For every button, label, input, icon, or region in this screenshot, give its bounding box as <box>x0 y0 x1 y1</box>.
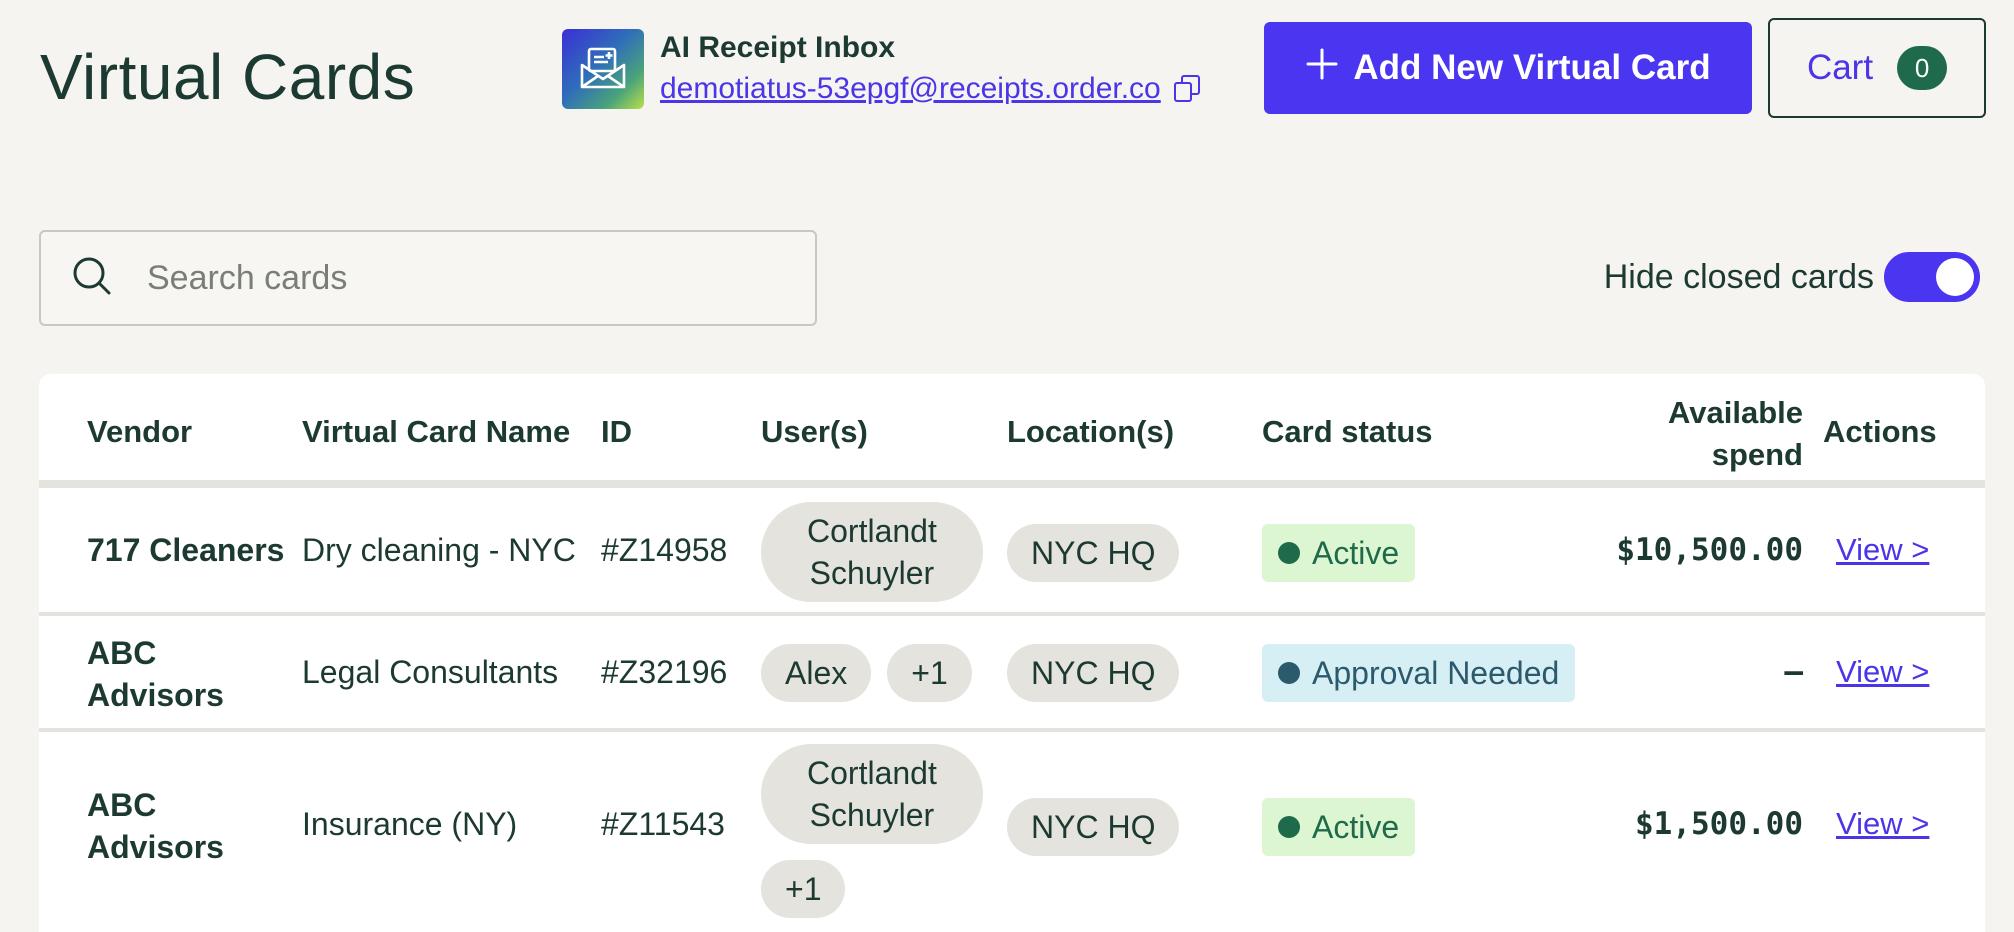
location-cell: NYC HQ <box>1007 524 1180 582</box>
ai-receipt-inbox: AI Receipt Inbox demotiatus-53epgf@recei… <box>562 28 1201 110</box>
status-cell: Approval Needed <box>1262 644 1576 702</box>
user-name-line1: Cortlandt <box>807 755 937 791</box>
status-badge: Active <box>1262 798 1416 856</box>
col-card-name[interactable]: Virtual Card Name <box>302 414 570 450</box>
card-id: #Z14958 <box>601 532 728 568</box>
search-input[interactable] <box>147 258 787 298</box>
col-status[interactable]: Card status <box>1262 414 1433 450</box>
card-name: Dry cleaning - NYC <box>302 532 576 568</box>
user-more-chip[interactable]: +1 <box>761 860 846 918</box>
add-virtual-card-label: Add New Virtual Card <box>1353 48 1711 87</box>
vendor-name: ABC Advisors <box>87 784 224 868</box>
user-chip: Cortlandt Schuyler <box>761 502 983 602</box>
plus-icon <box>1305 47 1339 90</box>
col-id[interactable]: ID <box>601 414 632 450</box>
inbox-title: AI Receipt Inbox <box>660 31 896 64</box>
view-link[interactable]: View > <box>1836 806 1929 842</box>
location-cell: NYC HQ <box>1007 798 1180 856</box>
virtual-cards-table: Vendor Virtual Card Name ID User(s) Loca… <box>39 374 1985 932</box>
vendor-name-line1: ABC <box>87 787 157 823</box>
status-badge: Active <box>1262 524 1416 582</box>
view-link[interactable]: View > <box>1836 532 1929 568</box>
available-spend: $1,500.00 <box>1635 806 1803 842</box>
status-label: Active <box>1312 808 1400 845</box>
copy-icon[interactable] <box>1173 74 1201 104</box>
col-users[interactable]: User(s) <box>761 414 868 450</box>
inbox-email-link[interactable]: demotiatus-53epgf@receipts.order.co <box>660 68 1161 110</box>
user-chip: Cortlandt Schuyler <box>761 744 983 844</box>
vendor-name-line1: ABC <box>87 635 157 671</box>
col-available-spend[interactable]: Available spend <box>1559 392 1803 476</box>
toggle-knob <box>1936 258 1974 296</box>
card-id: #Z32196 <box>601 654 728 690</box>
col-actions: Actions <box>1823 414 1937 449</box>
status-dot-icon <box>1278 662 1300 684</box>
table-row[interactable]: ABC Advisors Insurance (NY) #Z11543 Cort… <box>39 732 1985 924</box>
users-more-cell: +1 <box>761 860 846 918</box>
col-vendor[interactable]: Vendor <box>87 414 192 450</box>
user-name-line2: Schuyler <box>809 555 935 591</box>
receipt-inbox-icon <box>562 29 644 109</box>
status-cell: Active <box>1262 798 1416 856</box>
cart-button[interactable]: Cart 0 <box>1768 18 1986 118</box>
hide-closed-label: Hide closed cards <box>1603 257 1874 296</box>
col-available-spend-line2: spend <box>1711 437 1803 472</box>
available-spend: $10,500.00 <box>1616 532 1803 568</box>
user-more-chip[interactable]: +1 <box>887 644 972 702</box>
view-link[interactable]: View > <box>1836 654 1929 690</box>
table-row[interactable]: ABC Advisors Legal Consultants #Z32196 A… <box>39 616 1985 732</box>
table-row[interactable]: 717 Cleaners Dry cleaning - NYC #Z14958 … <box>39 488 1985 616</box>
card-name: Legal Consultants <box>302 654 559 690</box>
users-cell: Cortlandt Schuyler <box>761 744 983 844</box>
users-cell: Cortlandt Schuyler <box>761 502 983 602</box>
add-virtual-card-button[interactable]: Add New Virtual Card <box>1264 22 1752 114</box>
location-chip: NYC HQ <box>1007 644 1180 702</box>
vendor-name: ABC Advisors <box>87 632 224 716</box>
user-chip: Alex <box>761 644 872 702</box>
table-header: Vendor Virtual Card Name ID User(s) Loca… <box>39 374 1985 488</box>
users-cell: Alex +1 <box>761 644 972 702</box>
page-title: Virtual Cards <box>40 41 416 113</box>
search-icon <box>71 255 113 302</box>
location-chip: NYC HQ <box>1007 798 1180 856</box>
hide-closed-toggle-group: Hide closed cards <box>1604 252 1980 302</box>
status-badge: Approval Needed <box>1262 644 1576 702</box>
cart-count-badge: 0 <box>1897 46 1948 90</box>
status-label: Approval Needed <box>1312 654 1560 691</box>
location-cell: NYC HQ <box>1007 644 1180 702</box>
location-chip: NYC HQ <box>1007 524 1180 582</box>
available-spend: – <box>1784 654 1803 690</box>
cart-label: Cart <box>1806 48 1874 87</box>
search-box[interactable] <box>39 230 817 326</box>
col-locations[interactable]: Location(s) <box>1007 414 1174 450</box>
user-name-line1: Cortlandt <box>807 513 937 549</box>
card-name: Insurance (NY) <box>302 806 518 842</box>
status-label: Active <box>1312 534 1400 571</box>
virtual-cards-page: Virtual Cards AI Receipt Inbox demotiatu… <box>0 0 2014 932</box>
status-cell: Active <box>1262 524 1416 582</box>
card-id: #Z11543 <box>601 806 725 842</box>
vendor-name-line2: Advisors <box>87 677 224 713</box>
user-name-line2: Schuyler <box>809 797 935 833</box>
vendor-name-line2: Advisors <box>87 829 224 865</box>
status-dot-icon <box>1278 542 1300 564</box>
col-available-spend-line1: Available <box>1668 395 1803 430</box>
hide-closed-toggle[interactable] <box>1884 252 1980 302</box>
status-dot-icon <box>1278 816 1300 838</box>
vendor-name: 717 Cleaners <box>87 532 285 568</box>
